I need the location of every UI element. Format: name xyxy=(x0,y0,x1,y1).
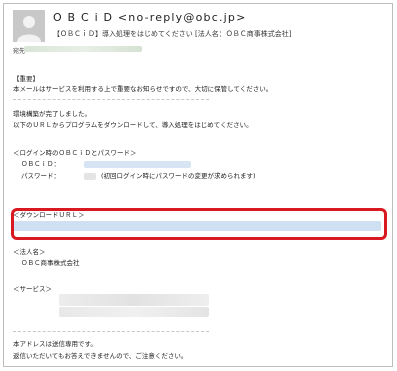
service-list-blurred-1 xyxy=(59,294,209,306)
download-url-highlight-box xyxy=(11,208,387,240)
recipient-blurred xyxy=(24,46,142,52)
obcid-value-blurred xyxy=(84,161,191,168)
footer-line-2: 返信いただいてもお答えできませんので、ご注意ください。 xyxy=(13,352,188,360)
sender-address: O B C i D <no-reply@obc.jp> xyxy=(53,11,247,24)
important-text: 本メールはサービスを利用する上で重要なお知らせですので、大切に保管してください。 xyxy=(13,85,273,93)
email-window: O B C i D <no-reply@obc.jp> 【ＯＢＣｉＤ】導入処理を… xyxy=(3,3,393,367)
obcid-label: ＯＢＣｉＤ： xyxy=(21,160,60,168)
sender-avatar-icon xyxy=(13,10,45,42)
service-heading: ＜サービス＞ xyxy=(13,285,52,293)
password-value-blurred xyxy=(84,173,96,180)
important-tag: 【重要】 xyxy=(13,75,39,83)
footer-line-1: 本アドレスは送信専用です。 xyxy=(13,340,97,348)
password-label: パスワード： xyxy=(21,172,60,180)
env-complete-text: 環境構築が完了しました。 xyxy=(13,110,91,118)
instruction-text: 以下のＵＲＬからプログラムをダウンロードして、導入処理をはじめてください。 xyxy=(13,121,253,129)
corp-heading: ＜法人名＞ xyxy=(13,248,46,256)
service-list-blurred-2 xyxy=(59,307,209,317)
password-note: (初回ログイン時にパスワードの変更が求められます) xyxy=(101,172,256,180)
corp-name: ＯＢＣ商事株式会社 xyxy=(21,259,80,267)
login-heading: ＜ログイン時のＯＢＣｉＤとパスワード＞ xyxy=(13,149,137,157)
email-subject: 【ＯＢＣｉＤ】導入処理をはじめてください [法人名：ＯＢＣ商事株式会社] xyxy=(53,30,292,38)
email-header: O B C i D <no-reply@obc.jp> 【ＯＢＣｉＤ】導入処理を… xyxy=(4,4,392,56)
divider-bottom xyxy=(13,331,209,332)
divider-top xyxy=(13,99,209,100)
